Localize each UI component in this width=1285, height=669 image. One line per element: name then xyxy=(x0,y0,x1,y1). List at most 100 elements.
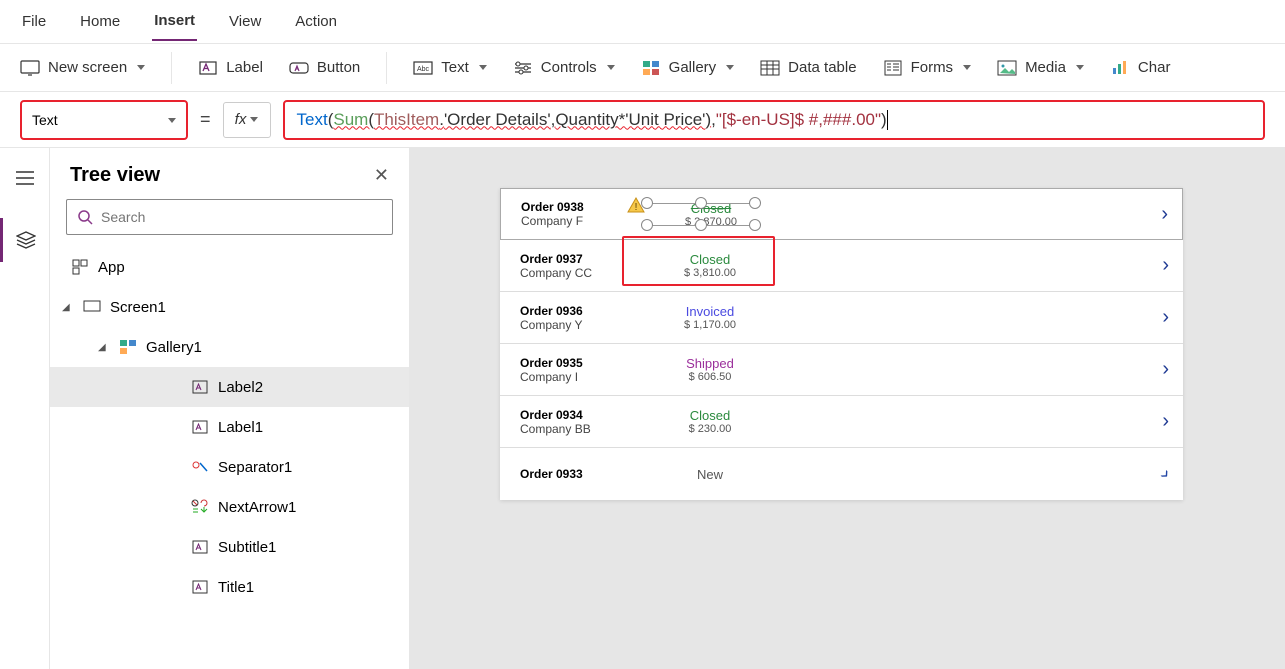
tree-node-label: Separator1 xyxy=(218,459,292,476)
top-menu-bar: File Home Insert View Action xyxy=(0,0,1285,44)
tree-node-label: Screen1 xyxy=(110,299,166,316)
chevron-right-icon[interactable]: › xyxy=(1162,254,1169,277)
order-title: Order 0933 xyxy=(520,467,630,481)
menu-view[interactable]: View xyxy=(227,3,263,40)
search-input[interactable] xyxy=(101,209,382,225)
menu-home[interactable]: Home xyxy=(78,3,122,40)
tree-view-title: Tree view xyxy=(70,164,160,187)
chart-dropdown[interactable]: Char xyxy=(1110,58,1171,78)
separator xyxy=(171,52,172,84)
property-select[interactable]: Text xyxy=(20,100,188,140)
order-title: Order 0934 xyxy=(520,408,630,422)
media-dropdown[interactable]: Media xyxy=(997,58,1084,78)
menu-action[interactable]: Action xyxy=(293,3,339,40)
order-subtitle: Company F xyxy=(521,214,631,228)
separator-icon xyxy=(190,459,210,475)
order-subtitle: Company CC xyxy=(520,266,630,280)
close-icon[interactable]: ✕ xyxy=(374,165,389,186)
fx-label: fx xyxy=(235,111,247,128)
formula-token: Quantity xyxy=(555,110,618,130)
label-button[interactable]: Label xyxy=(198,58,263,78)
button-icon xyxy=(289,58,309,78)
menu-file[interactable]: File xyxy=(20,3,48,40)
chevron-right-icon[interactable]: › xyxy=(1162,410,1169,433)
button-btn-label: Button xyxy=(317,59,360,76)
chevron-right-icon[interactable]: › xyxy=(1162,306,1169,329)
formula-token: * xyxy=(619,110,626,130)
tree-node-gallery1[interactable]: ◢ Gallery1 xyxy=(50,327,409,367)
chevron-right-icon[interactable]: › xyxy=(1162,358,1169,381)
formula-token: "[$-en-US]$ #,###.00" xyxy=(716,110,881,130)
label-icon xyxy=(198,58,218,78)
label-icon xyxy=(190,539,210,555)
search-box[interactable] xyxy=(66,199,393,235)
chevron-right-icon[interactable]: › xyxy=(1155,464,1176,485)
controls-icon xyxy=(513,58,533,78)
button-button[interactable]: Button xyxy=(289,58,360,78)
text-dropdown[interactable]: Abc Text xyxy=(413,58,487,78)
order-subtitle: Company Y xyxy=(520,318,630,332)
gallery-dd-label: Gallery xyxy=(669,59,717,76)
order-subtitle: Company BB xyxy=(520,422,630,436)
fx-button[interactable]: fx xyxy=(223,102,271,138)
menu-insert[interactable]: Insert xyxy=(152,2,197,41)
order-amount: $ 230.00 xyxy=(630,423,790,435)
order-row[interactable]: Order 0936Company Y Invoiced$ 1,170.00 › xyxy=(500,292,1183,344)
main-area: Tree view ✕ App ◢ Screen1 ◢ Gallery1 xyxy=(0,148,1285,669)
canvas-area[interactable]: Order 0938 Company F Closed $ 2,870.00 ›… xyxy=(410,148,1285,669)
order-status: Shipped xyxy=(630,356,790,371)
formula-input[interactable]: Text( Sum( ThisItem.'Order Details', Qua… xyxy=(283,100,1265,140)
tree-node-label1[interactable]: Label1 xyxy=(50,407,409,447)
gallery-icon xyxy=(118,339,138,355)
formula-token: Sum xyxy=(333,110,368,130)
data-table-button[interactable]: Data table xyxy=(760,58,856,78)
media-icon xyxy=(997,58,1017,78)
order-status: Invoiced xyxy=(630,304,790,319)
tree-node-subtitle1[interactable]: Subtitle1 xyxy=(50,527,409,567)
tree-node-app[interactable]: App xyxy=(50,247,409,287)
controls-dropdown[interactable]: Controls xyxy=(513,58,615,78)
tree-node-label: App xyxy=(98,259,125,276)
collapse-icon[interactable]: ◢ xyxy=(62,302,74,313)
separator xyxy=(386,52,387,84)
order-title: Order 0937 xyxy=(520,252,630,266)
equals-sign: = xyxy=(200,109,211,130)
tree-node-screen1[interactable]: ◢ Screen1 xyxy=(50,287,409,327)
label-btn-label: Label xyxy=(226,59,263,76)
data-table-icon xyxy=(760,58,780,78)
gallery-icon xyxy=(641,58,661,78)
chevron-down-icon xyxy=(607,65,615,70)
tree-node-separator1[interactable]: Separator1 xyxy=(50,447,409,487)
order-row[interactable]: Order 0935Company I Shipped$ 606.50 › xyxy=(500,344,1183,396)
svg-text:Abc: Abc xyxy=(417,66,430,73)
hamburger-icon xyxy=(16,171,34,185)
screen-icon xyxy=(20,58,40,78)
order-row[interactable]: Order 0933 New › xyxy=(500,448,1183,500)
chevron-right-icon[interactable]: › xyxy=(1161,203,1168,226)
text-dd-label: Text xyxy=(441,59,469,76)
tree-node-label: Gallery1 xyxy=(146,339,202,356)
tree-node-label: NextArrow1 xyxy=(218,499,296,516)
order-left: Order 0938 Company F xyxy=(521,200,631,228)
order-row[interactable]: Order 0938 Company F Closed $ 2,870.00 ›… xyxy=(500,188,1183,240)
chevron-down-icon xyxy=(963,65,971,70)
warning-icon: ! xyxy=(627,197,645,213)
chart-icon xyxy=(1110,58,1130,78)
hamburger-button[interactable] xyxy=(0,156,49,200)
tree-view-rail-button[interactable] xyxy=(0,218,49,262)
tree-node-label2[interactable]: Label2 xyxy=(50,367,409,407)
label-icon xyxy=(190,579,210,595)
new-screen-button[interactable]: New screen xyxy=(20,58,145,78)
selection-handles[interactable] xyxy=(641,197,771,233)
tree-node-title1[interactable]: Title1 xyxy=(50,567,409,607)
order-amount: $ 3,810.00 xyxy=(630,267,790,279)
text-icon: Abc xyxy=(413,58,433,78)
order-row[interactable]: Order 0937Company CC Closed$ 3,810.00 › xyxy=(500,240,1183,292)
gallery-dropdown[interactable]: Gallery xyxy=(641,58,735,78)
order-row[interactable]: Order 0934Company BB Closed$ 230.00 › xyxy=(500,396,1183,448)
tree-header: Tree view ✕ xyxy=(50,148,409,199)
tree-node-nextarrow1[interactable]: NextArrow1 xyxy=(50,487,409,527)
collapse-icon[interactable]: ◢ xyxy=(98,342,110,353)
forms-dropdown[interactable]: Forms xyxy=(883,58,972,78)
nextarrow-icon xyxy=(190,499,210,515)
